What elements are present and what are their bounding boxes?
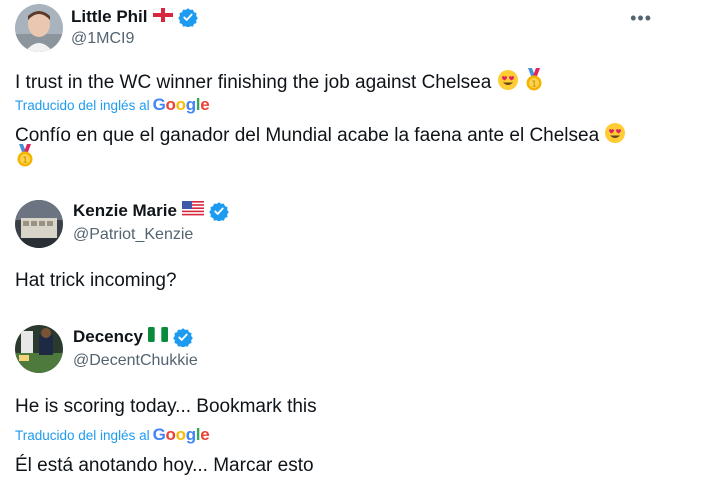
author-row: Decency xyxy=(73,327,193,348)
tweet-original-text: I trust in the WC winner finishing the j… xyxy=(15,72,492,94)
avatar[interactable] xyxy=(15,325,63,373)
tweet-1: Little Phil @1MCI9 ••• I trust in the WC… xyxy=(0,0,728,170)
author-handle[interactable]: @1MCI9 xyxy=(71,30,134,48)
translated-by-google-link[interactable]: Traducido del inglés al Google xyxy=(15,95,210,115)
translated-label: Traducido del inglés al xyxy=(15,428,150,443)
england-flag-icon xyxy=(152,7,173,27)
verified-badge-icon xyxy=(173,327,193,348)
svg-text:1: 1 xyxy=(531,80,536,89)
gold-medal-emoji-icon: 1 xyxy=(15,144,35,173)
more-options-button[interactable]: ••• xyxy=(630,8,652,29)
author-name[interactable]: Decency xyxy=(73,327,143,347)
avatar[interactable] xyxy=(15,200,63,248)
tweet-text: I trust in the WC winner finishing the j… xyxy=(15,68,544,98)
tweet-3: Decency @DecentChukkie He is scoring tod… xyxy=(0,315,728,488)
us-flag-icon xyxy=(181,201,204,221)
nigeria-flag-icon xyxy=(147,327,168,347)
author-handle[interactable]: @Patriot_Kenzie xyxy=(73,226,193,244)
heart-eyes-emoji-icon xyxy=(497,69,519,97)
heart-eyes-emoji-icon xyxy=(604,122,626,150)
tweet-original-text: Hat trick incoming? xyxy=(15,270,177,291)
avatar[interactable] xyxy=(15,4,63,52)
translated-label: Traducido del inglés al xyxy=(15,98,150,113)
author-name[interactable]: Little Phil xyxy=(71,7,148,27)
author-handle[interactable]: @DecentChukkie xyxy=(73,352,198,370)
google-logo: Google xyxy=(152,425,210,444)
author-name[interactable]: Kenzie Marie xyxy=(73,201,177,221)
translation-text: Confío en que el ganador del Mundial aca… xyxy=(15,125,600,147)
author-row: Little Phil xyxy=(71,7,198,28)
google-logo: Google xyxy=(152,95,210,114)
translation-text: Él está anotando hoy... Marcar esto xyxy=(15,455,314,476)
tweet-2: Kenzie Marie @Patriot_Kenzie Hat trick i… xyxy=(0,190,728,310)
verified-badge-icon xyxy=(209,201,229,222)
verified-badge-icon xyxy=(177,7,198,28)
tweet-translation: Confío en que el ganador del Mundial aca… xyxy=(15,122,626,150)
author-row: Kenzie Marie xyxy=(73,201,229,222)
translated-by-google-link[interactable]: Traducido del inglés al Google xyxy=(15,425,210,445)
tweet-original-text: He is scoring today... Bookmark this xyxy=(15,396,317,417)
svg-text:1: 1 xyxy=(22,156,27,165)
gold-medal-emoji-icon: 1 xyxy=(524,68,544,98)
